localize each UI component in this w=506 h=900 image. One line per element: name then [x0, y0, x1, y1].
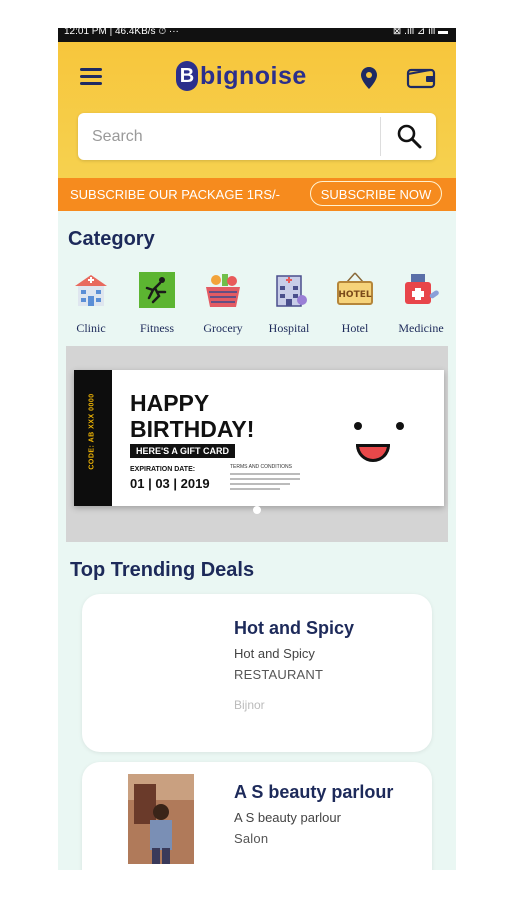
- medicine-kit-icon: [405, 274, 439, 304]
- category-item-hospital[interactable]: Hospital: [256, 270, 322, 336]
- smiley-eye: [354, 422, 362, 430]
- deal-name: Hot and Spicy: [234, 618, 355, 638]
- banner-line-2: BIRTHDAY!: [130, 416, 255, 442]
- category-title: Category: [68, 228, 155, 250]
- category-item-hotel[interactable]: HOTEL Hotel: [322, 270, 388, 336]
- expiration-date: 01 | 03 | 2019: [130, 476, 210, 491]
- category-item-fitness[interactable]: Fitness: [124, 270, 190, 336]
- hotel-sign-icon: HOTEL: [337, 272, 373, 305]
- birthday-gift-card-banner: CODE: AB XXX 0000 HAPPY BIRTHDAY! HERE'S…: [74, 370, 444, 506]
- terms-heading: TERMS AND CONDITIONS: [230, 464, 292, 470]
- deal-category: Salon: [234, 831, 269, 846]
- category-label: Fitness: [139, 321, 174, 335]
- deal-city: Bijnor: [234, 698, 265, 712]
- gift-card-code: CODE: AB XXX 0000: [88, 393, 96, 470]
- terms-line: [230, 473, 300, 475]
- category-label: Grocery: [203, 321, 243, 335]
- smiley-mouth: [356, 444, 390, 462]
- app-screen: 12:01 PM | 46.4KB/s ⏱ ··· ⊠ .ıll ⊿ ıll ▬…: [58, 28, 456, 870]
- fitness-icon: [139, 272, 175, 308]
- deal-card[interactable]: A S beauty parlour A S beauty parlour Sa…: [82, 762, 432, 870]
- wallet-icon[interactable]: [406, 66, 436, 90]
- deal-name: A S beauty parlour: [234, 782, 394, 802]
- app-logo: B bignoise: [176, 59, 307, 93]
- subscribe-banner: SUBSCRIBE OUR PACKAGE 1RS/- SUBSCRIBE NO…: [58, 178, 456, 211]
- category-label: Clinic: [76, 321, 106, 335]
- category-item-clinic[interactable]: Clinic: [58, 270, 124, 336]
- menu-icon[interactable]: [80, 68, 104, 86]
- hospital-icon: [276, 275, 307, 307]
- promo-carousel[interactable]: CODE: AB XXX 0000 HAPPY BIRTHDAY! HERE'S…: [66, 346, 448, 542]
- terms-line: [230, 488, 280, 490]
- status-bar: 12:01 PM | 46.4KB/s ⏱ ··· ⊠ .ıll ⊿ ıll ▬: [58, 28, 456, 42]
- status-time: 12:01 PM | 46.4KB/s ⏱ ···: [64, 28, 179, 37]
- trending-title: Top Trending Deals: [70, 559, 255, 581]
- category-item-medicine[interactable]: Medicine: [388, 270, 454, 336]
- smiley-eye: [396, 422, 404, 430]
- location-pin-icon[interactable]: [360, 66, 378, 90]
- category-label: Hospital: [268, 321, 310, 335]
- banner-line-1: HAPPY: [130, 390, 210, 416]
- terms-line: [230, 478, 300, 480]
- deal-thumbnail: [128, 774, 194, 864]
- category-label: Hotel: [341, 321, 369, 335]
- category-item-grocery[interactable]: Grocery: [190, 270, 256, 336]
- expiration-label: EXPIRATION DATE:: [130, 466, 196, 473]
- deal-category: RESTAURANT: [234, 667, 324, 682]
- category-label: Medicine: [398, 321, 444, 335]
- clinic-icon: [75, 275, 107, 306]
- grocery-basket-icon: [206, 274, 240, 307]
- carousel-dot-active[interactable]: [253, 506, 261, 514]
- logo-text: bignoise: [200, 61, 307, 90]
- subscribe-text: SUBSCRIBE OUR PACKAGE 1RS/-: [70, 187, 280, 202]
- app-header: B bignoise: [58, 42, 456, 178]
- deal-subtitle: Hot and Spicy: [234, 646, 315, 661]
- logo-mark: B: [176, 61, 198, 91]
- svg-text:HOTEL: HOTEL: [338, 290, 371, 300]
- deal-card[interactable]: Hot and Spicy Hot and Spicy RESTAURANT B…: [82, 594, 432, 752]
- search-bar: [78, 113, 436, 160]
- gift-card-label: HERE'S A GIFT CARD: [130, 444, 235, 458]
- search-icon[interactable]: [396, 123, 422, 149]
- terms-line: [230, 483, 290, 485]
- subscribe-now-button[interactable]: SUBSCRIBE NOW: [310, 181, 442, 206]
- search-divider: [380, 117, 381, 156]
- search-input[interactable]: [90, 123, 374, 151]
- status-indicators: ⊠ .ıll ⊿ ıll ▬: [392, 28, 448, 37]
- banner-headline: HAPPY BIRTHDAY!: [130, 390, 254, 442]
- gift-card-stub: CODE: AB XXX 0000: [74, 370, 112, 506]
- deal-subtitle: A S beauty parlour: [234, 810, 341, 825]
